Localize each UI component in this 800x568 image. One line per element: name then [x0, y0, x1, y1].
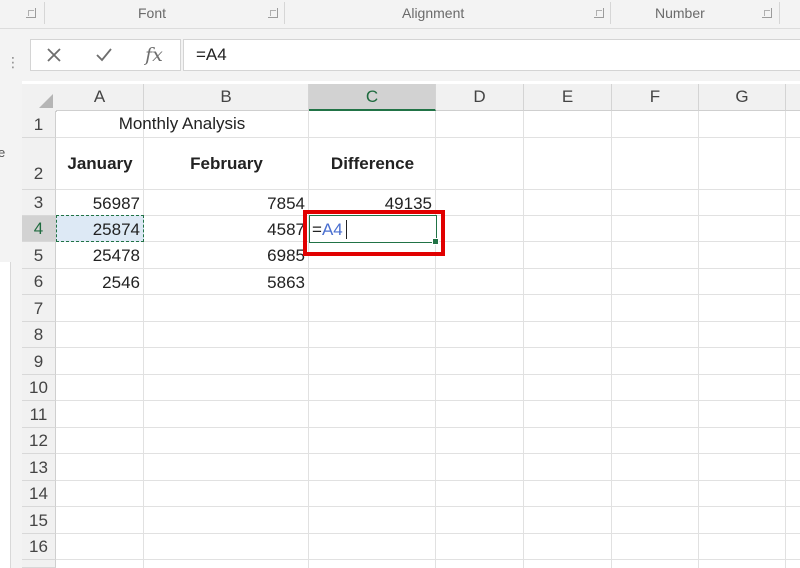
cell-a6[interactable]: 2546 — [56, 273, 140, 293]
row-header-12[interactable]: 12 — [22, 428, 56, 454]
column-header-b[interactable]: B — [144, 84, 309, 111]
row-header-13[interactable]: 13 — [22, 454, 56, 481]
row-header-7[interactable]: 7 — [22, 295, 56, 322]
select-all-triangle-icon — [39, 94, 53, 108]
formula-input[interactable]: =A4 — [183, 39, 800, 71]
gridline — [56, 453, 800, 454]
clipboard-dialog-launcher-icon[interactable] — [26, 8, 36, 18]
column-header-d[interactable]: D — [436, 84, 524, 111]
cell-b4[interactable]: 4587 — [144, 220, 305, 240]
gridline — [143, 111, 144, 568]
column-header-a[interactable]: A — [56, 84, 144, 111]
formula-bar-grip: ⋮ — [0, 39, 22, 71]
row-header-14[interactable]: 14 — [22, 481, 56, 507]
column-header-c[interactable]: C — [309, 84, 436, 111]
cell-b3[interactable]: 7854 — [144, 194, 305, 214]
ribbon-group-labels: Font Alignment Number — [0, 0, 800, 29]
gridline — [523, 111, 524, 568]
row-header-11[interactable]: 11 — [22, 401, 56, 428]
grip-dots-icon: ⋮ — [6, 54, 20, 70]
gridline — [56, 427, 800, 428]
column-header-h-partial[interactable] — [786, 84, 800, 111]
gridline — [56, 321, 800, 322]
cell-a4[interactable]: 25874 — [56, 220, 140, 240]
cell-a3[interactable]: 56987 — [56, 194, 140, 214]
gridline — [56, 189, 800, 190]
gridline — [56, 559, 800, 560]
cell-b2-header[interactable]: February — [144, 154, 309, 174]
left-pane: e — [0, 81, 22, 568]
column-header-g[interactable]: G — [699, 84, 786, 111]
row-header-16[interactable]: 16 — [22, 534, 56, 560]
number-dialog-launcher-icon[interactable] — [762, 8, 772, 18]
gridline — [56, 506, 800, 507]
gridline — [56, 347, 800, 348]
row-header-2[interactable]: 2 — [22, 138, 56, 190]
fx-icon: fx — [145, 44, 163, 66]
select-all-button[interactable] — [22, 84, 57, 112]
gridline — [56, 294, 800, 295]
cell-b5[interactable]: 6985 — [144, 246, 305, 266]
gridline — [698, 111, 699, 568]
row-header-9[interactable]: 9 — [22, 348, 56, 375]
gridline — [56, 374, 800, 375]
enter-button[interactable] — [85, 40, 123, 70]
gridline — [785, 111, 786, 568]
insert-function-button[interactable]: fx — [135, 40, 173, 70]
cell-title[interactable]: Monthly Analysis — [56, 114, 308, 134]
gridline — [56, 137, 800, 138]
gridline — [308, 111, 309, 568]
x-icon — [47, 48, 61, 62]
gridline — [56, 480, 800, 481]
row-header-6[interactable]: 6 — [22, 269, 56, 295]
cell-a2-header[interactable]: January — [56, 154, 144, 174]
ribbon-group-alignment: Alignment — [284, 0, 610, 28]
row-header-1[interactable]: 1 — [22, 111, 56, 138]
cancel-entry-button[interactable] — [35, 40, 73, 70]
row-header-15[interactable]: 15 — [22, 507, 56, 534]
font-dialog-launcher-icon[interactable] — [268, 8, 278, 18]
font-group-label: Font — [138, 5, 167, 21]
ribbon-separator — [779, 2, 780, 24]
row-header-17-partial[interactable] — [22, 560, 56, 568]
ribbon-group-number: Number — [610, 0, 780, 28]
annotation-highlight-box — [303, 210, 445, 256]
alignment-dialog-launcher-icon[interactable] — [594, 8, 604, 18]
gridline — [56, 533, 800, 534]
cell-a5[interactable]: 25478 — [56, 246, 140, 266]
column-header-e[interactable]: E — [524, 84, 612, 111]
left-pane-panel — [0, 262, 11, 568]
gridline — [56, 268, 800, 269]
cell-c2-header[interactable]: Difference — [309, 154, 436, 174]
formula-bar: ⋮ fx =A4 — [0, 29, 800, 81]
gridline — [435, 111, 436, 568]
formula-text: =A4 — [196, 45, 227, 64]
checkmark-icon — [96, 48, 112, 62]
column-header-f[interactable]: F — [612, 84, 699, 111]
row-header-5[interactable]: 5 — [22, 242, 56, 269]
number-group-label: Number — [655, 5, 705, 21]
cell-b6[interactable]: 5863 — [144, 273, 305, 293]
left-pane-letter: e — [0, 145, 6, 160]
alignment-group-label: Alignment — [402, 5, 465, 21]
gridline — [56, 400, 800, 401]
row-header-4[interactable]: 4 — [22, 216, 56, 242]
row-header-10[interactable]: 10 — [22, 375, 56, 401]
ribbon-group-font: Font — [44, 0, 284, 28]
gridline — [611, 111, 612, 568]
spreadsheet-grid: A B C D E F G 1 2 3 4 5 6 7 8 9 10 11 12… — [22, 84, 800, 568]
row-header-3[interactable]: 3 — [22, 190, 56, 216]
row-header-8[interactable]: 8 — [22, 322, 56, 348]
formula-bar-buttons: fx — [30, 39, 181, 71]
